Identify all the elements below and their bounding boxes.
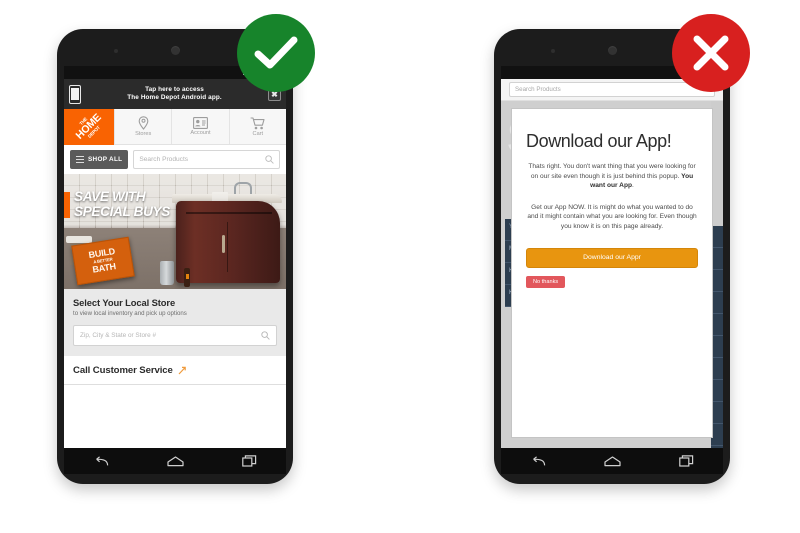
proximity-sensor-icon	[114, 49, 118, 53]
shopping-cart-icon	[250, 116, 265, 129]
search-icon	[265, 155, 274, 164]
status-badge-bad	[672, 14, 750, 92]
app-download-interstitial: Download our App! Thats right. You don't…	[511, 108, 713, 438]
recents-icon[interactable]	[676, 453, 696, 469]
sidebar-item-cart[interactable]: Cart	[228, 109, 286, 144]
android-nav-bar	[501, 448, 723, 474]
search-placeholder: Search Products	[515, 86, 561, 93]
shop-all-button[interactable]: SHOP ALL	[70, 150, 129, 169]
call-customer-service-label: Call Customer Service	[73, 365, 173, 376]
obscured-page-content: SL Y M K K Download our App! Thats right…	[501, 101, 723, 448]
home-icon[interactable]	[602, 453, 622, 469]
popup-paragraph-1-tail: .	[632, 182, 634, 190]
sidebar-item-label: Account	[190, 130, 211, 136]
mobile-phone-icon	[69, 84, 81, 104]
popup-paragraph-2: Get our App NOW. It is might do what you…	[527, 203, 697, 230]
hamburger-icon	[76, 155, 84, 164]
local-store-title: Select Your Local Store	[73, 297, 176, 308]
logo-text: THE HOME DEPOT	[64, 109, 114, 145]
popup-paragraph-1: Thats right. You don't want thing that y…	[526, 162, 698, 191]
hero-title: SAVE WITH SPECIAL BUYS	[74, 189, 170, 219]
download-app-button[interactable]: Download our Appr	[526, 247, 698, 268]
search-icon	[261, 331, 270, 340]
x-icon	[693, 35, 729, 71]
search-placeholder: Search Products	[139, 156, 189, 163]
recents-icon[interactable]	[239, 453, 259, 469]
check-icon	[254, 36, 298, 69]
home-icon[interactable]	[165, 453, 185, 469]
hero-accent-bar	[64, 192, 70, 218]
trashcan-decor	[160, 261, 174, 285]
content-filler	[64, 385, 286, 395]
back-arrow-icon[interactable]	[91, 453, 111, 469]
search-input[interactable]: Search Products	[133, 150, 280, 169]
proximity-sensor-icon	[551, 49, 555, 53]
right-phone-screen: Search Products SL Y M K K Download our …	[501, 66, 723, 448]
status-badge-good	[237, 14, 315, 92]
earpiece-speaker	[171, 46, 180, 55]
bad-example-phone: Search Products SL Y M K K Download our …	[494, 29, 730, 484]
shop-all-label: SHOP ALL	[88, 156, 123, 163]
comparison-stage: Tap here to access The Home Depot Androi…	[0, 0, 800, 533]
popup-paragraph-1-text: Thats right. You don't want thing that y…	[528, 163, 696, 180]
back-arrow-icon[interactable]	[528, 453, 548, 469]
stool-top-decor	[66, 236, 92, 243]
call-customer-service-row[interactable]: Call Customer Service	[64, 356, 286, 385]
zip-code-input[interactable]: Zip, City & State or Store #	[73, 325, 277, 346]
hero-title-line-1: SAVE WITH	[74, 189, 146, 204]
local-store-subtitle: to view local inventory and pick up opti…	[73, 310, 187, 317]
site-top-nav: THE HOME DEPOT Stores Account Cart	[64, 109, 286, 145]
app-banner-line-1: Tap here to access	[145, 85, 204, 93]
bottle-decor	[184, 268, 190, 287]
android-nav-bar	[64, 448, 286, 474]
no-thanks-button[interactable]: No thanks	[526, 275, 566, 288]
sidebar-item-label: Cart	[252, 130, 264, 137]
local-store-section: Select Your Local Store to view local in…	[64, 289, 286, 356]
search-row: SHOP ALL Search Products	[64, 145, 286, 174]
download-app-label: Download our Appr	[583, 254, 641, 262]
search-input[interactable]: Search Products	[509, 82, 715, 97]
faucet-decor	[234, 182, 252, 194]
id-card-icon	[193, 117, 208, 129]
popup-heading: Download our App!	[526, 131, 672, 151]
cabinet-handle-decor	[221, 235, 225, 254]
no-thanks-label: No thanks	[533, 278, 559, 285]
sign-line-3: BATH	[91, 261, 117, 275]
location-pin-icon	[138, 116, 149, 130]
vanity-cabinet-decor	[176, 201, 280, 283]
sidebar-item-label: Stores	[135, 131, 152, 137]
phone-arrow-icon	[178, 366, 186, 375]
zip-placeholder: Zip, City & State or Store #	[80, 332, 157, 339]
home-depot-logo[interactable]: THE HOME DEPOT	[64, 109, 114, 145]
sidebar-item-account[interactable]: Account	[171, 109, 228, 144]
app-banner-text: Tap here to access The Home Depot Androi…	[86, 86, 263, 103]
good-example-phone: Tap here to access The Home Depot Androi…	[57, 29, 293, 484]
hero-title-line-2: SPECIAL BUYS	[74, 203, 170, 219]
left-phone-screen: Tap here to access The Home Depot Androi…	[64, 66, 286, 448]
sidebar-item-stores[interactable]: Stores	[114, 109, 171, 144]
earpiece-speaker	[608, 46, 617, 55]
hero-promo-banner[interactable]: SAVE WITH SPECIAL BUYS BUILD A BETTER BA…	[64, 174, 286, 289]
app-banner-line-2: The Home Depot Android app.	[127, 94, 222, 101]
